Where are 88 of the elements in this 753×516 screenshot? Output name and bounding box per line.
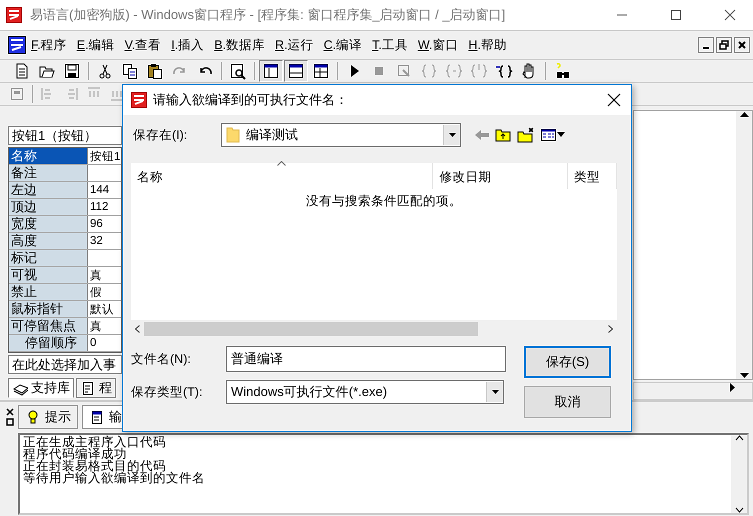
property-value[interactable]: 真 xyxy=(88,267,121,283)
menu-item[interactable]: C.编译 xyxy=(318,36,368,54)
object-selector[interactable]: 按钮1（按钮） xyxy=(8,126,122,145)
column-header[interactable]: 名称 xyxy=(131,163,434,189)
field-label: 保存类型(T): xyxy=(131,384,204,400)
output-line: 正在封装易格式目的代码 xyxy=(23,460,166,472)
property-name[interactable]: 备注 xyxy=(9,165,88,181)
folder-name: 编译测试 xyxy=(246,126,298,144)
vertical-scrollbar[interactable] xyxy=(736,111,752,379)
menu-item[interactable]: V.查看 xyxy=(120,36,166,54)
property-name[interactable]: 标记 xyxy=(9,250,88,266)
property-value[interactable]: 假 xyxy=(88,284,121,300)
property-value[interactable]: 0 xyxy=(88,335,121,351)
event-selector[interactable]: 在此处选择加入事 xyxy=(8,355,122,374)
property-name[interactable]: 左边 xyxy=(9,182,88,198)
app-logo-icon xyxy=(131,92,147,108)
folder-up-icon[interactable] xyxy=(495,128,511,142)
property-name[interactable]: 高度 xyxy=(9,233,88,249)
dialog-button[interactable]: 保存(S) xyxy=(524,346,611,378)
close-icon[interactable] xyxy=(6,408,14,416)
property-value[interactable]: 144 xyxy=(88,182,121,198)
paste-icon[interactable] xyxy=(146,62,164,80)
output-line: 正在生成主程序入口代码 xyxy=(23,436,167,448)
menu-item[interactable]: T.工具 xyxy=(367,36,413,54)
restore-button[interactable] xyxy=(719,40,729,50)
menu-item[interactable]: I.插入 xyxy=(166,36,210,54)
property-name[interactable]: 宽度 xyxy=(9,216,88,232)
dropdown-arrow-icon xyxy=(492,390,498,394)
property-name[interactable]: 可停留焦点 xyxy=(9,318,88,334)
property-name[interactable]: 可视 xyxy=(9,267,88,283)
panel-tab[interactable]: 程 xyxy=(76,378,116,398)
property-value[interactable]: 32 xyxy=(88,233,121,249)
save-icon[interactable] xyxy=(63,62,81,80)
close-button[interactable] xyxy=(724,9,736,21)
filename-field[interactable]: 普通编译 xyxy=(226,346,506,372)
horizontal-scrollbar[interactable] xyxy=(633,382,753,400)
up-arrow-icon xyxy=(740,111,748,117)
dropdown-arrow-icon xyxy=(448,133,456,137)
column-header[interactable]: 修改日期 xyxy=(433,163,568,189)
maximize-button[interactable] xyxy=(670,9,682,21)
copy-icon[interactable] xyxy=(121,62,139,80)
output-line: 程序代码编译成功 xyxy=(23,448,128,460)
menu-item[interactable]: E.编辑 xyxy=(72,36,120,54)
property-value[interactable]: 按钮1 xyxy=(88,148,121,164)
property-value[interactable]: 112 xyxy=(88,199,121,215)
dialog-button[interactable]: 取消 xyxy=(524,386,611,418)
property-name[interactable]: 顶边 xyxy=(9,199,88,215)
dialog-title: 请输入欲编译到的可执行文件名： xyxy=(153,91,349,109)
new-folder-icon[interactable] xyxy=(517,127,535,143)
column-header[interactable]: 类型 xyxy=(568,163,618,189)
sort-caret-icon xyxy=(277,161,286,166)
menu-item[interactable]: F.程序 xyxy=(26,36,72,54)
menu-item[interactable]: R.运行 xyxy=(270,36,319,54)
app-logo-icon xyxy=(6,7,22,23)
close-button[interactable] xyxy=(737,40,747,50)
pin-icon[interactable] xyxy=(6,418,14,426)
empty-message: 没有与搜索条件匹配的项。 xyxy=(306,193,462,209)
panel-tab[interactable]: 提示 xyxy=(18,405,78,429)
property-value[interactable]: 默认 xyxy=(88,301,121,317)
layout-icon[interactable] xyxy=(312,62,330,80)
view-menu-icon[interactable] xyxy=(541,128,565,142)
layout-icon[interactable] xyxy=(287,62,305,80)
folder-dropdown[interactable]: 编译测试 xyxy=(221,123,461,147)
output-line: 等待用户输入欲编译到的文件名 xyxy=(23,472,206,484)
property-name[interactable]: 禁止 xyxy=(9,284,88,300)
property-value[interactable]: 真 xyxy=(88,318,121,334)
field-label: 保存在(I): xyxy=(132,126,188,144)
folder-icon xyxy=(226,127,240,143)
vertical-scrollbar[interactable] xyxy=(731,435,747,513)
filetype-dropdown[interactable]: Windows可执行文件(*.exe) xyxy=(226,380,504,404)
find-icon[interactable] xyxy=(229,62,247,80)
property-value[interactable]: 96 xyxy=(88,216,121,232)
property-name[interactable]: 鼠标指针 xyxy=(9,301,88,317)
menu-item[interactable]: W.窗口 xyxy=(412,36,464,54)
window-title: 易语言(加密狗版) - Windows窗口程序 - [程序集: 窗口程序集_启动窗口 / _启动窗口] xyxy=(30,6,506,24)
property-name[interactable]: 停留顺序 xyxy=(9,335,88,351)
menu-item[interactable]: H.帮助 xyxy=(463,36,512,54)
document-icon xyxy=(89,409,105,425)
field-label: 文件名(N): xyxy=(131,350,192,368)
menu-item[interactable]: B.数据库 xyxy=(209,36,270,54)
layout-icon[interactable] xyxy=(262,62,280,80)
document-icon xyxy=(80,380,96,396)
close-icon[interactable] xyxy=(607,93,621,107)
down-arrow-icon xyxy=(740,373,748,379)
app-logo-icon xyxy=(8,36,26,54)
right-arrow-icon xyxy=(730,383,736,392)
panel-tab[interactable]: 支持库 xyxy=(8,378,74,398)
property-name[interactable]: 名称 xyxy=(9,148,88,164)
